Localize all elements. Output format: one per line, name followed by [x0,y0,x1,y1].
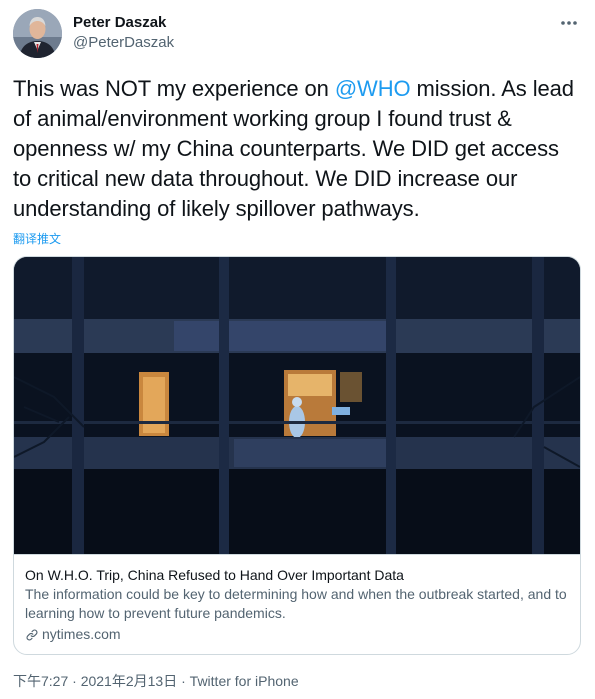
more-horizontal-icon [561,21,577,25]
tweet-time[interactable]: 下午7:27 [13,673,68,689]
card-description: The information could be key to determin… [25,586,567,621]
avatar[interactable] [13,9,62,58]
card-domain-text: nytimes.com [42,626,121,642]
tweet-date[interactable]: 2021年2月13日 [81,673,178,689]
mention-link[interactable]: @WHO [335,76,411,101]
tweet-meta: 下午7:27 · 2021年2月13日 · Twitter for iPhone [13,671,299,691]
avatar-image [13,9,62,58]
author-info[interactable]: Peter Daszak @PeterDaszak [73,13,174,52]
card-domain: nytimes.com [25,625,580,644]
author-name[interactable]: Peter Daszak [73,13,174,32]
author-handle[interactable]: @PeterDaszak [73,33,174,52]
meta-separator: · [177,673,190,689]
tweet-source[interactable]: Twitter for iPhone [190,673,299,689]
card-title: On W.H.O. Trip, China Refused to Hand Ov… [25,567,404,583]
more-button[interactable] [559,13,579,33]
card-image [14,257,580,554]
card-body: On W.H.O. Trip, China Refused to Hand Ov… [14,554,580,654]
tweet-text: This was NOT my experience on @WHO missi… [13,74,583,224]
link-icon [26,629,38,640]
meta-separator: · [68,673,81,689]
tweet-text-before: This was NOT my experience on [13,76,335,101]
link-card[interactable]: On W.H.O. Trip, China Refused to Hand Ov… [13,256,581,655]
translate-tweet-link[interactable]: 翻译推文 [13,230,61,247]
